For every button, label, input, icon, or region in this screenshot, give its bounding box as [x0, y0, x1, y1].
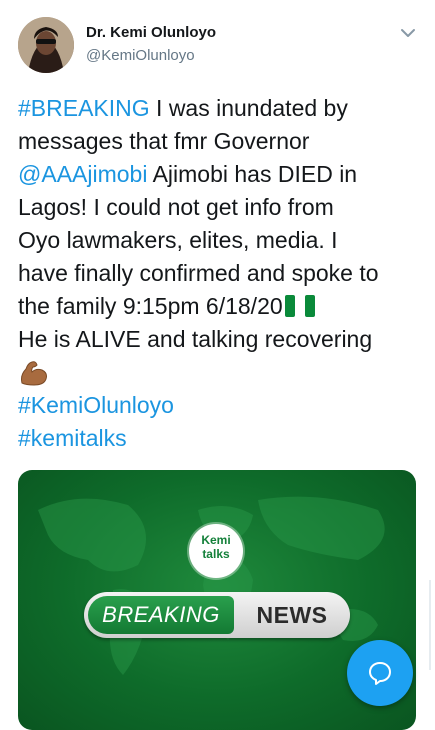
mention-link[interactable]: @AAAjimobi [18, 161, 147, 187]
tweet-text: #BREAKING I was inundated by messages th… [18, 92, 423, 455]
tweet-line: Oyo lawmakers, elites, media. I [18, 227, 338, 253]
tweet-line [18, 356, 423, 389]
tweet-text-segment: I was inundated by [149, 95, 348, 121]
hashtag-link[interactable]: #kemitalks [18, 425, 127, 451]
tweet-text-segment: the family 9:15pm 6/18/20 [18, 293, 283, 319]
profile-photo-icon [18, 17, 74, 73]
tweet-line: the family 9:15pm 6/18/20 [18, 290, 423, 323]
tweet-line: messages that fmr Governor [18, 128, 310, 154]
flexed-biceps-icon [18, 357, 50, 387]
tweet: Dr. Kemi Olunloyo @KemiOlunloyo #BREAKIN… [0, 0, 435, 730]
chat-bubble-icon [369, 662, 391, 685]
tweet-line: #BREAKING I was inundated by [18, 92, 423, 125]
scroll-track [429, 580, 431, 670]
tweet-line: Lagos! I could not get info from [18, 194, 334, 220]
banner-green-section: BREAKING [88, 596, 234, 634]
logo-text-top: Kemi [201, 533, 231, 547]
hashtag-link[interactable]: #KemiOlunloyo [18, 392, 174, 418]
tweet-line: @AAAjimobi Ajimobi has DIED in [18, 158, 423, 191]
avatar[interactable] [18, 17, 74, 73]
breaking-news-banner: BREAKING NEWS [84, 592, 350, 638]
hashtag-link[interactable]: #BREAKING [18, 95, 150, 121]
banner-breaking-text: BREAKING [102, 602, 220, 627]
tweet-line: have finally confirmed and spoke to [18, 260, 379, 286]
banner-news-text: NEWS [256, 602, 328, 628]
tweet-line: He is ALIVE and talking recovering [18, 326, 373, 352]
author-handle[interactable]: @KemiOlunloyo [86, 47, 195, 64]
nigeria-flag-icon [284, 293, 315, 317]
author-display-name[interactable]: Dr. Kemi Olunloyo [86, 24, 216, 41]
tweet-line: #kemitalks [18, 422, 423, 455]
tweet-line: #KemiOlunloyo [18, 389, 423, 422]
tweet-text-segment: Ajimobi has DIED in [147, 161, 358, 187]
chevron-down-icon[interactable] [398, 26, 418, 40]
kemitalks-logo: Kemi talks [189, 524, 243, 578]
compose-message-button[interactable] [347, 640, 413, 706]
logo-text-bottom: talks [202, 547, 230, 561]
